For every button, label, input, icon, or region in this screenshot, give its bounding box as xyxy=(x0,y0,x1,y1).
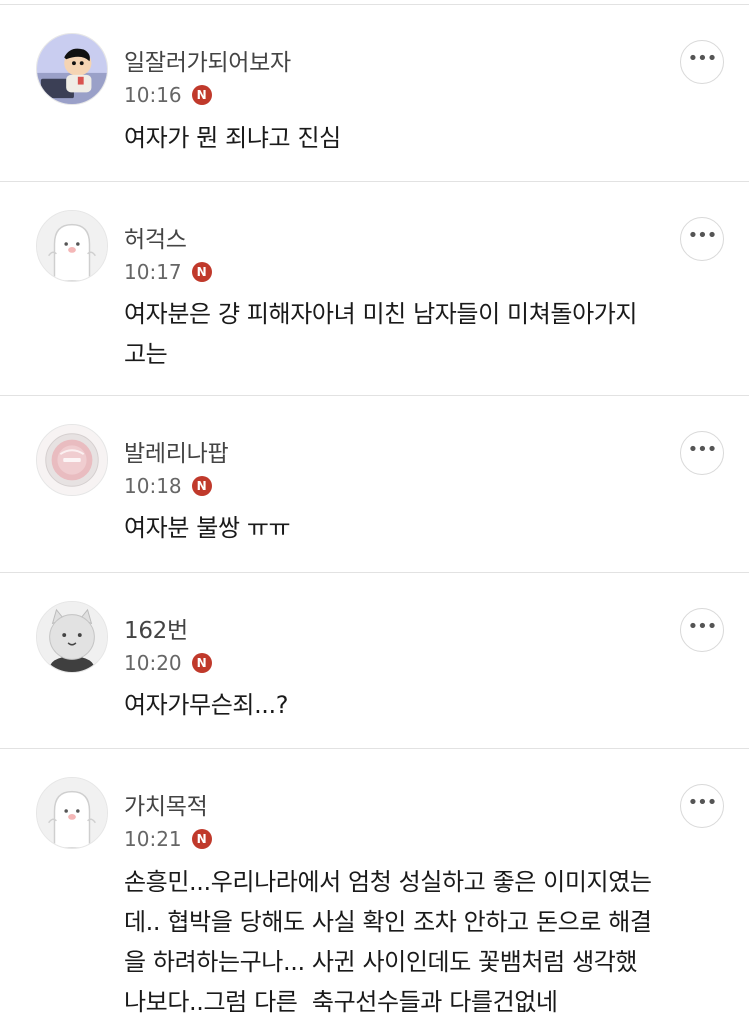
comment-meta: 10:16 N xyxy=(124,80,212,110)
avatar[interactable] xyxy=(36,424,108,496)
comment-list: 일잘러가되어보자 10:16 N ••• 여자가 뭔 죄냐고 진심 허걱스 10… xyxy=(0,0,749,1032)
comment-text: 여자가 뭔 죄냐고 진심 xyxy=(124,124,341,152)
more-dots-icon: ••• xyxy=(687,439,718,460)
more-dots-icon: ••• xyxy=(687,225,718,246)
comment-meta: 10:18 N xyxy=(124,471,212,501)
comment-item: 일잘러가되어보자 10:16 N ••• 여자가 뭔 죄냐고 진심 xyxy=(0,5,749,182)
comment-item: 162번 10:20 N ••• 여자가무슨죄...? xyxy=(0,573,749,749)
new-badge-icon: N xyxy=(191,85,212,105)
more-dots-icon: ••• xyxy=(687,48,718,69)
new-badge-icon: N xyxy=(191,262,212,282)
cartoon-boy-avatar-icon xyxy=(37,34,107,104)
pink-compact-avatar-icon xyxy=(37,425,107,495)
avatar[interactable] xyxy=(36,33,108,105)
more-options-button[interactable]: ••• xyxy=(680,217,724,261)
white-character-avatar-icon xyxy=(37,211,107,281)
white-character-avatar-icon xyxy=(37,778,107,848)
timestamp: 10:21 xyxy=(124,827,182,851)
more-options-button[interactable]: ••• xyxy=(680,431,724,475)
comment-item: 발레리나팝 10:18 N ••• 여자분 불쌍 ㅠㅠ xyxy=(0,396,749,573)
timestamp: 10:17 xyxy=(124,260,182,284)
new-badge-icon: N xyxy=(191,476,212,496)
comment-text: 여자분 불쌍 ㅠㅠ xyxy=(124,514,291,542)
timestamp: 10:18 xyxy=(124,474,182,498)
nickname[interactable]: 일잘러가되어보자 xyxy=(124,43,291,77)
gray-character-avatar-icon xyxy=(37,602,107,672)
comment-text: 여자가무슨죄...? xyxy=(124,691,289,719)
new-badge-icon: N xyxy=(191,653,212,673)
more-options-button[interactable]: ••• xyxy=(680,40,724,84)
comment-meta: 10:21 N xyxy=(124,824,212,854)
avatar[interactable] xyxy=(36,210,108,282)
more-dots-icon: ••• xyxy=(687,616,718,637)
comment-text: 여자분은 걍 피해자아녀 미친 남자들이 미쳐돌아가지 고는 xyxy=(124,300,638,368)
comment-text: 손흥민...우리나라에서 엄청 성실하고 좋은 이미지였는 데.. 협박을 당해… xyxy=(124,868,652,1016)
comment-meta: 10:20 N xyxy=(124,648,212,678)
new-badge-icon: N xyxy=(191,829,212,849)
avatar[interactable] xyxy=(36,777,108,849)
comment-meta: 10:17 N xyxy=(124,257,212,287)
comment-item: 허걱스 10:17 N ••• 여자분은 걍 피해자아녀 미친 남자들이 미쳐돌… xyxy=(0,182,749,396)
timestamp: 10:16 xyxy=(124,83,182,107)
nickname[interactable]: 허걱스 xyxy=(124,220,187,254)
nickname[interactable]: 162번 xyxy=(124,611,188,645)
avatar[interactable] xyxy=(36,601,108,673)
more-options-button[interactable]: ••• xyxy=(680,784,724,828)
nickname[interactable]: 발레리나팝 xyxy=(124,434,229,468)
comment-item: 가치목적 10:21 N ••• 손흥민...우리나라에서 엄청 성실하고 좋은… xyxy=(0,749,749,1032)
timestamp: 10:20 xyxy=(124,651,182,675)
nickname[interactable]: 가치목적 xyxy=(124,787,208,821)
more-options-button[interactable]: ••• xyxy=(680,608,724,652)
more-dots-icon: ••• xyxy=(687,792,718,813)
